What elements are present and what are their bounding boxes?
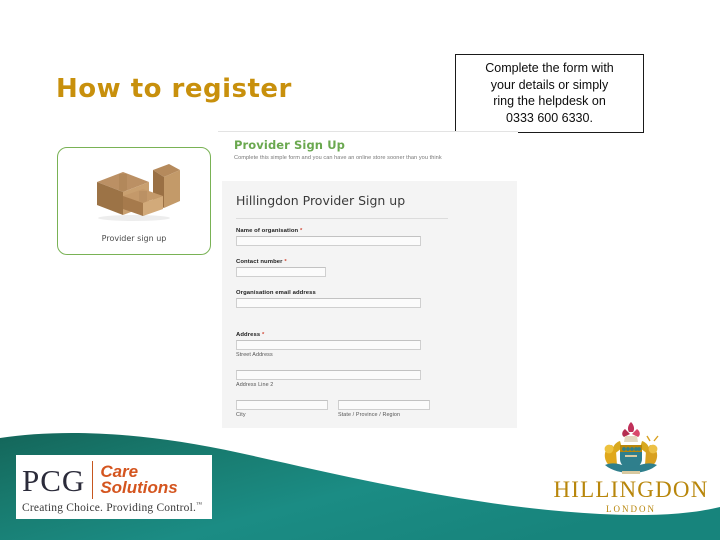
signup-heading: Provider Sign Up (234, 138, 345, 152)
field-name-of-organisation: Name of organisation * (236, 228, 421, 246)
logo-divider (92, 461, 94, 499)
organisation-name-input[interactable] (236, 236, 421, 246)
field-label: Address * (236, 332, 265, 338)
required-marker: * (299, 228, 303, 234)
provider-signup-card-caption: Provider sign up (101, 234, 167, 243)
field-label: Contact number * (236, 259, 287, 265)
pcg-wordmark: PCG (22, 462, 86, 498)
hillingdon-sub-wordmark: LONDON (606, 504, 656, 514)
pcg-tagline: Creating Choice. Providing Control.™ (22, 502, 203, 514)
cardboard-boxes-icon (58, 158, 210, 224)
callout-line: 0333 600 6330. (506, 110, 593, 125)
coat-of-arms-icon (552, 421, 710, 477)
field-address-line-2: Address Line 2 (236, 370, 421, 388)
callout-line: ring the helpdesk on (493, 94, 606, 108)
page-title: How to register (56, 74, 292, 104)
screenshot-divider (218, 131, 518, 132)
field-label: Name of organisation * (236, 228, 303, 234)
hillingdon-wordmark: HILLINGDON (553, 477, 709, 502)
street-address-sublabel: Street Address (236, 352, 273, 358)
form-title: Hillingdon Provider Sign up (236, 193, 406, 208)
form-divider (236, 218, 448, 219)
field-contact-number: Contact number * (236, 259, 326, 277)
address-line-2-sublabel: Address Line 2 (236, 382, 274, 388)
contact-number-input[interactable] (236, 267, 326, 277)
callout-line: Complete the form with (485, 61, 614, 75)
signup-form-panel: Hillingdon Provider Sign up Name of orga… (222, 181, 517, 428)
care-solutions-wordmark: Care Solutions (100, 463, 178, 497)
callout-box: Complete the form with your details or s… (455, 54, 644, 133)
signup-subtitle: Complete this simple form and you can ha… (234, 155, 442, 161)
solutions-line: Solutions (100, 478, 178, 497)
field-organisation-email: Organisation email address (236, 290, 421, 308)
required-marker: * (284, 259, 287, 265)
field-label: Organisation email address (236, 290, 316, 296)
address-line-2-input[interactable] (236, 370, 421, 380)
field-address: Address * Street Address (236, 332, 421, 358)
pcg-care-solutions-logo: PCG Care Solutions Creating Choice. Prov… (16, 455, 212, 519)
hillingdon-logo: HILLINGDON LONDON (552, 421, 710, 517)
callout-line: your details or simply (490, 77, 609, 92)
organisation-email-input[interactable] (236, 298, 421, 308)
slide-canvas: How to register Complete the form with y… (0, 0, 720, 540)
street-address-input[interactable] (236, 340, 421, 350)
required-marker: * (262, 332, 265, 338)
signup-screenshot: Provider Sign Up Complete this simple fo… (218, 131, 518, 428)
trademark-symbol: ™ (196, 502, 203, 509)
provider-signup-card[interactable]: Provider sign up (57, 147, 211, 255)
